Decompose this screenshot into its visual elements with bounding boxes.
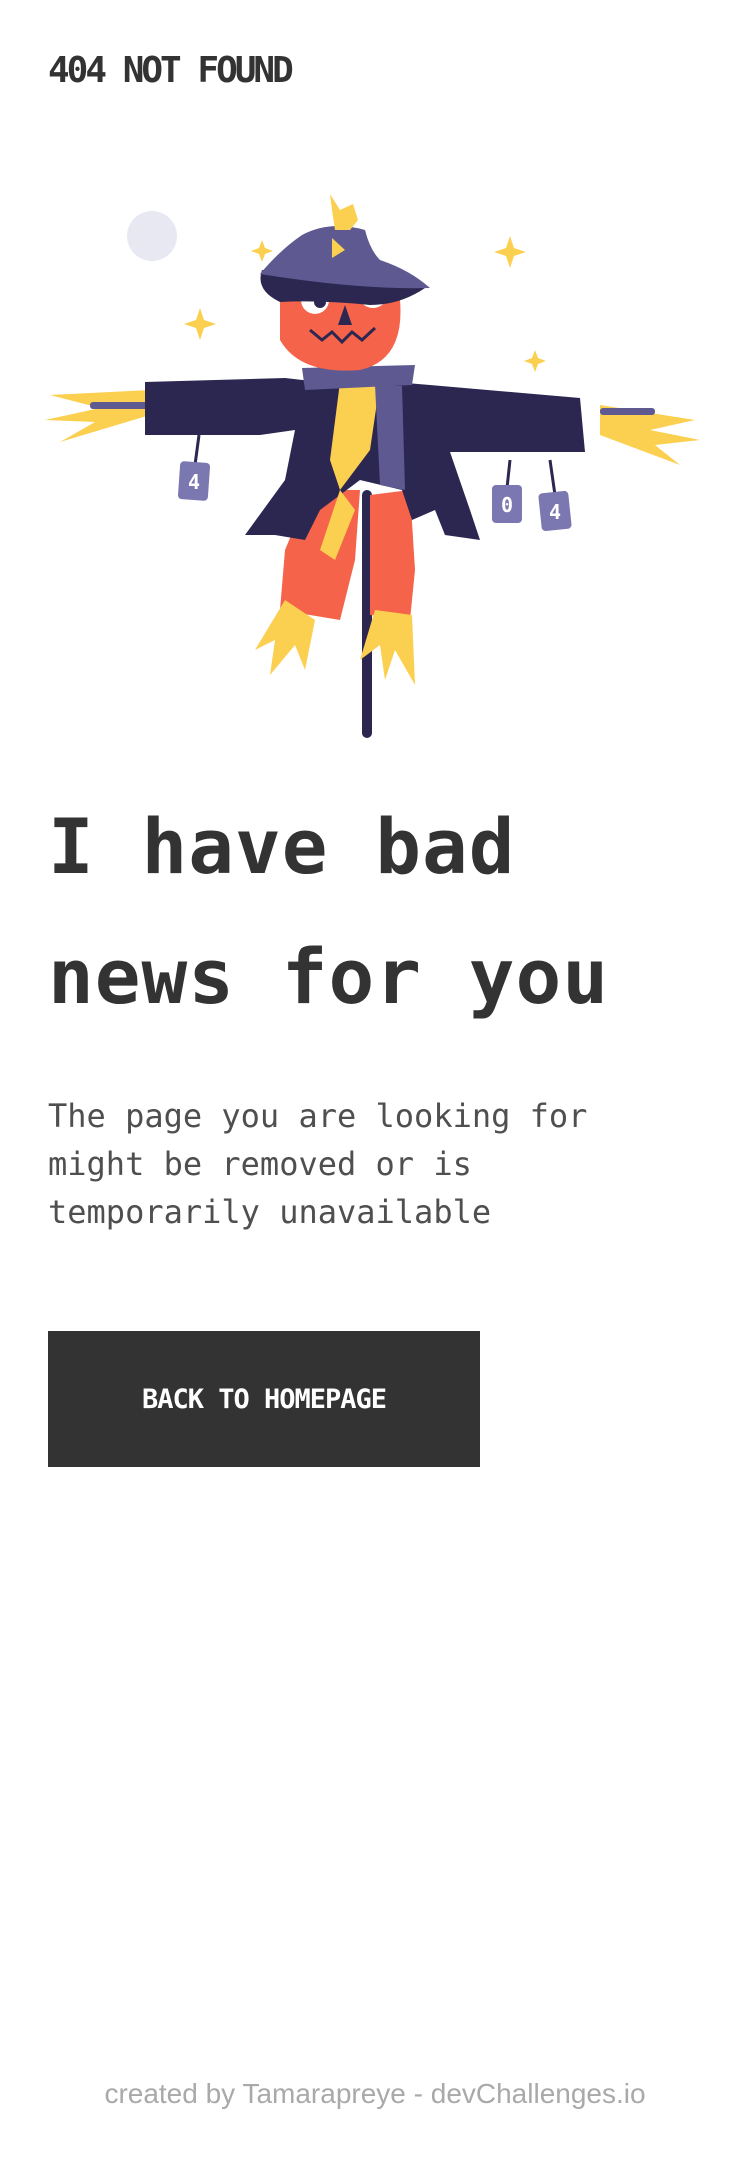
sparkle-icon xyxy=(184,308,216,340)
logo-text: 404 NOT FOUND xyxy=(48,50,294,91)
moon-icon xyxy=(127,211,177,261)
sparkle-icon xyxy=(524,350,546,372)
page-headline: I have bad news for you xyxy=(48,802,610,1021)
page-description: The page you are looking for might be re… xyxy=(48,1097,588,1231)
can-label-1: 4 xyxy=(188,470,200,494)
sparkle-icon xyxy=(494,236,526,268)
can-label-3: 4 xyxy=(549,500,561,524)
can-label-2: 0 xyxy=(501,493,513,517)
back-to-homepage-button[interactable]: BACK TO HOMEPAGE xyxy=(48,1331,480,1467)
sparkle-icon xyxy=(251,240,273,262)
scarecrow-illustration: 4 0 4 xyxy=(45,194,700,738)
footer-credit[interactable]: created by Tamarapreye - devChallenges.i… xyxy=(0,2078,750,2110)
